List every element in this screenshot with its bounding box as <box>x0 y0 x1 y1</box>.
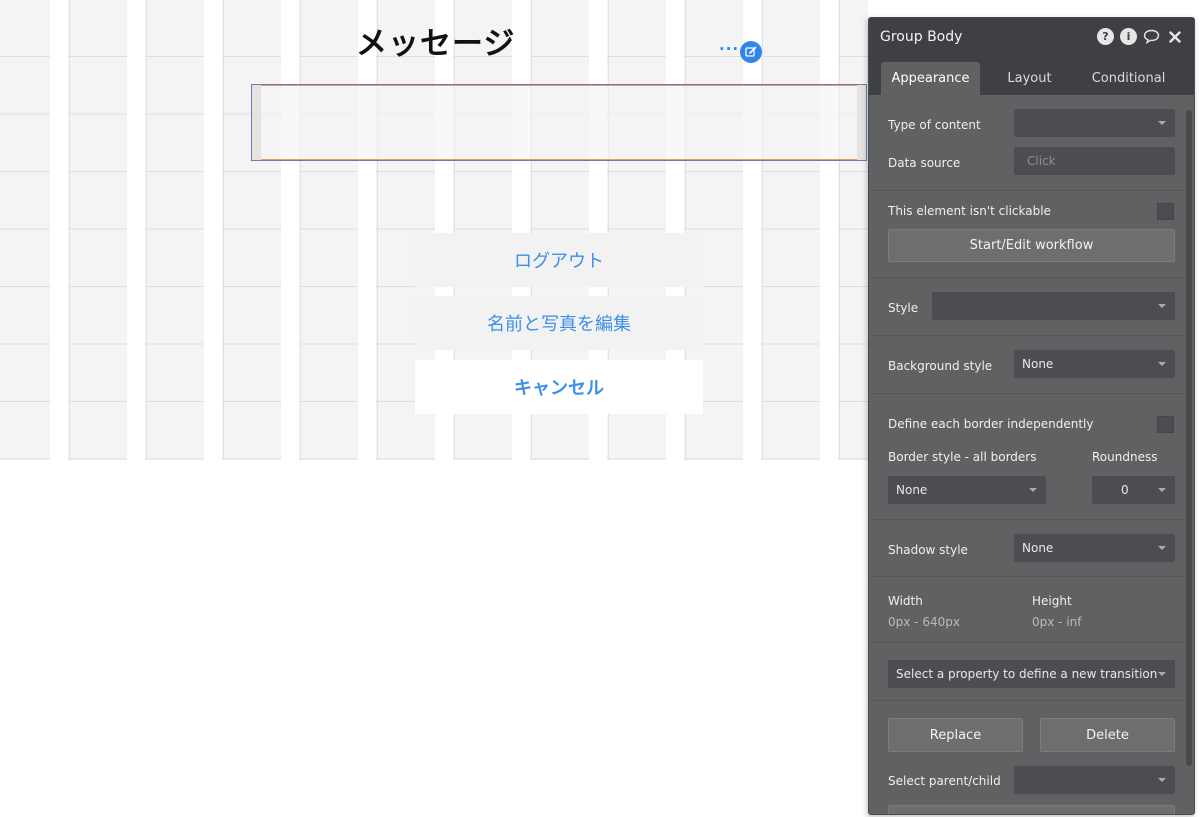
logout-button[interactable]: ログアウト <box>415 233 703 287</box>
grid-line <box>223 0 224 460</box>
shadow-section: Shadow style None <box>869 520 1187 577</box>
background-style-dropdown[interactable]: None <box>1014 350 1175 378</box>
panel-title: Group Body <box>880 28 963 45</box>
grid-line <box>762 0 763 460</box>
help-icon[interactable]: ? <box>1097 28 1114 45</box>
tab-layout[interactable]: Layout <box>980 62 1079 95</box>
cancel-button[interactable]: キャンセル <box>415 360 703 414</box>
border-style-label: Border style - all borders <box>888 450 1037 464</box>
parent-child-label: Select parent/child <box>888 774 1001 788</box>
replace-button[interactable]: Replace <box>888 718 1023 752</box>
transition-section: Select a property to define a new transi… <box>869 643 1187 701</box>
shadow-style-dropdown[interactable]: None <box>1014 534 1175 562</box>
border-style-dropdown[interactable]: None <box>888 476 1046 504</box>
data-section: Type of content Data source Click <box>869 95 1187 191</box>
comment-icon[interactable] <box>1143 28 1160 45</box>
chevron-down-icon <box>1029 488 1037 492</box>
border-section: Define each border independently Border … <box>869 394 1187 520</box>
actions-section: Replace Delete Select parent/child <box>869 701 1187 814</box>
roundness-label: Roundness <box>1092 450 1158 464</box>
clickable-section: This element isn't clickable Start/Edit … <box>869 191 1187 278</box>
pencil-square-icon <box>745 46 757 57</box>
background-style-value: None <box>1022 357 1054 371</box>
grid-line <box>377 0 378 460</box>
shadow-style-value: None <box>1022 541 1054 555</box>
start-edit-workflow-button[interactable]: Start/Edit workflow <box>888 229 1175 262</box>
close-icon[interactable] <box>1166 28 1183 45</box>
style-section: Style <box>869 278 1187 336</box>
chevron-down-icon <box>1158 304 1166 308</box>
partial-button[interactable] <box>888 805 1175 814</box>
group-body-element[interactable] <box>251 84 867 161</box>
delete-button[interactable]: Delete <box>1040 718 1175 752</box>
background-style-label: Background style <box>888 359 993 373</box>
parent-child-dropdown[interactable] <box>1014 766 1175 794</box>
grid-line <box>839 0 840 460</box>
page-title[interactable]: メッセージ <box>356 18 515 63</box>
grid-line <box>146 0 147 460</box>
width-label: Width <box>888 594 923 608</box>
chevron-down-icon <box>1158 672 1166 676</box>
grid-line <box>69 0 70 460</box>
roundness-value: 0 <box>1121 483 1129 497</box>
grid-line <box>300 0 301 460</box>
not-clickable-checkbox[interactable] <box>1157 203 1174 220</box>
info-icon[interactable]: i <box>1120 28 1137 45</box>
edit-icon[interactable] <box>740 41 762 63</box>
size-section: Width 0px - 640px Height 0px - inf <box>869 577 1187 643</box>
type-of-content-dropdown[interactable] <box>1014 109 1175 137</box>
transition-value: Select a property to define a new transi… <box>896 667 1158 681</box>
define-border-checkbox[interactable] <box>1157 416 1174 433</box>
edit-profile-button[interactable]: 名前と写真を編集 <box>415 296 703 350</box>
padding-left-indicator <box>252 85 261 160</box>
transition-dropdown[interactable]: Select a property to define a new transi… <box>888 660 1175 688</box>
style-label: Style <box>888 301 919 315</box>
panel-tabs: Appearance Layout Conditional <box>869 55 1194 95</box>
style-dropdown[interactable] <box>932 292 1175 320</box>
header-icons: ? i <box>1097 28 1183 45</box>
width-value: 0px - 640px <box>888 615 960 629</box>
panel-header[interactable]: Group Body ? i <box>869 18 1194 55</box>
type-of-content-label: Type of content <box>888 118 981 132</box>
property-editor-panel: Group Body ? i Appearance Layout Conditi… <box>868 17 1195 815</box>
background-section: Background style None <box>869 336 1187 394</box>
chevron-down-icon <box>1158 121 1166 125</box>
data-source-field[interactable]: Click <box>1014 147 1175 175</box>
padding-right-indicator <box>857 85 866 160</box>
chevron-down-icon <box>1158 546 1166 550</box>
not-clickable-label: This element isn't clickable <box>888 204 1051 218</box>
chevron-down-icon <box>1158 488 1166 492</box>
define-border-label: Define each border independently <box>888 417 1094 431</box>
border-style-value: None <box>896 483 928 497</box>
tab-conditional[interactable]: Conditional <box>1079 62 1178 95</box>
shadow-style-label: Shadow style <box>888 543 968 557</box>
editor-canvas[interactable]: メッセージ ··· ログアウト 名前と写真を編集 キャンセル <box>0 0 868 460</box>
roundness-dropdown[interactable]: 0 <box>1092 476 1175 504</box>
height-label: Height <box>1032 594 1072 608</box>
more-options-icon[interactable]: ··· <box>719 40 739 58</box>
chevron-down-icon <box>1158 778 1166 782</box>
chevron-down-icon <box>1158 362 1166 366</box>
height-value: 0px - inf <box>1032 615 1082 629</box>
tab-appearance[interactable]: Appearance <box>881 62 980 95</box>
data-source-label: Data source <box>888 156 961 170</box>
